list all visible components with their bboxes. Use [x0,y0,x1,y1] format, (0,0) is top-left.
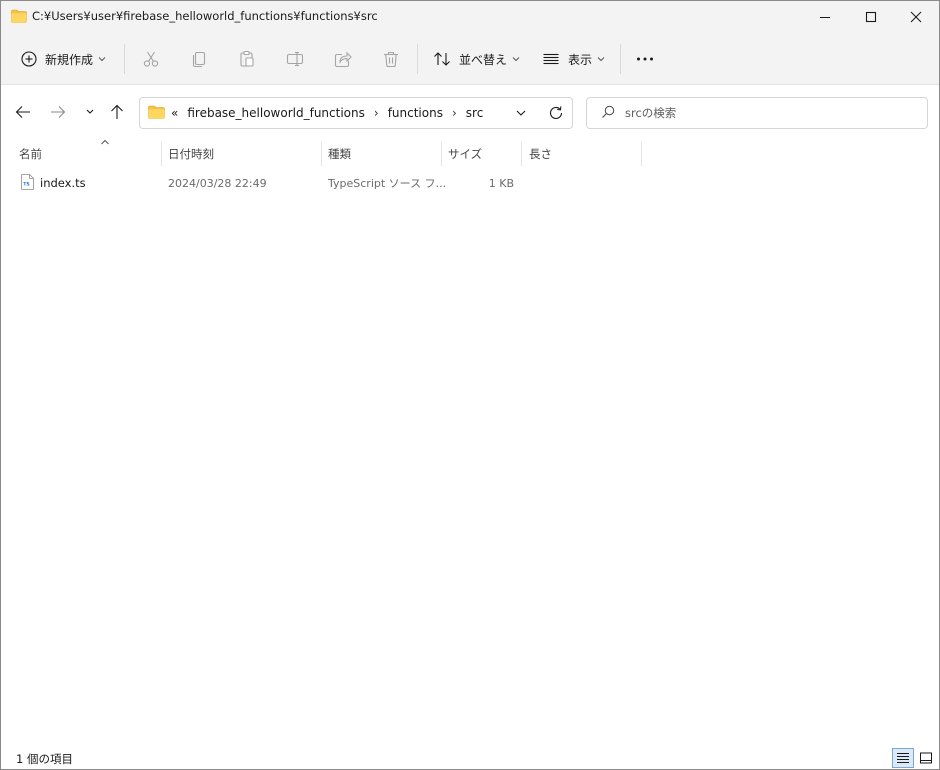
column-size[interactable]: サイズ [448,140,518,167]
toolbar-separator [417,44,418,74]
delete-icon [384,51,398,68]
column-name-label: 名前 [19,146,42,161]
rename-icon [286,51,304,67]
window-title: C:¥Users¥user¥firebase_helloworld_functi… [32,9,378,23]
status-bar: 1 個の項目 [1,745,939,769]
list-view-icon [543,53,559,65]
close-icon [910,11,922,22]
file-row[interactable]: TS index.ts 2024/03/28 22:49 TypeScript … [9,170,639,196]
column-type[interactable]: 種類 [328,140,438,167]
paste-button[interactable] [231,43,263,75]
minimize-button[interactable] [802,1,848,32]
sort-button-label: 並べ替え [459,52,508,67]
column-length[interactable]: 長さ [529,140,639,167]
column-divider[interactable] [641,142,642,166]
forward-button[interactable] [45,97,71,127]
typescript-file-icon: TS [21,173,34,193]
file-name-cell: TS index.ts [21,170,86,196]
file-explorer-window: C:¥Users¥user¥firebase_helloworld_functi… [0,0,940,770]
maximize-button[interactable] [848,1,894,32]
copy-icon [192,51,206,68]
paste-icon [240,50,254,67]
chevron-down-icon [597,57,605,62]
folder-icon [11,9,27,23]
column-name[interactable]: 名前 [19,139,159,167]
search-input[interactable] [625,106,905,120]
cut-button[interactable] [135,43,167,75]
back-button[interactable] [10,97,36,127]
column-divider[interactable] [161,142,162,166]
column-size-label: サイズ [448,146,483,161]
new-button-label: 新規作成 [45,52,94,67]
file-name: index.ts [40,176,86,190]
item-count: 1 個の項目 [16,752,73,766]
chevron-down-icon [98,57,106,62]
column-type-label: 種類 [328,146,351,161]
large-icons-view-button[interactable] [915,748,937,768]
breadcrumb-separator[interactable]: › [452,106,457,120]
cut-icon [143,51,159,67]
view-button[interactable]: 表示 [538,43,616,75]
close-button[interactable] [893,1,939,32]
chevron-down-icon [86,109,94,114]
sort-button[interactable]: 並べ替え [429,43,525,75]
breadcrumb-item[interactable]: src [466,106,484,120]
share-icon [334,51,352,68]
column-header: 名前 日付時刻 種類 サイズ 長さ [1,139,939,167]
file-date: 2024/03/28 22:49 [168,176,267,190]
toolbar-separator [620,44,621,74]
column-date[interactable]: 日付時刻 [168,140,318,167]
up-button[interactable] [104,97,130,127]
maximize-icon [865,11,877,22]
folder-icon [148,105,165,122]
file-size: 1 KB [488,176,514,190]
title-bar[interactable]: C:¥Users¥user¥firebase_helloworld_functi… [1,1,939,32]
delete-button[interactable] [375,43,407,75]
view-button-label: 表示 [568,52,593,67]
svg-text:TS: TS [23,181,29,187]
search-icon [601,105,615,122]
chevron-down-icon [512,57,520,62]
column-divider[interactable] [441,142,442,166]
plus-circle-icon [21,51,37,67]
toolbar-separator [124,44,125,74]
breadcrumb-separator[interactable]: › [374,106,379,120]
arrow-left-icon [15,106,30,118]
arrow-right-icon [51,106,66,118]
rename-button[interactable] [279,43,311,75]
address-row: « firebase_helloworld_functions › functi… [1,85,939,140]
more-options-button[interactable] [629,43,661,75]
arrow-up-icon [111,104,123,119]
minimize-icon [820,16,830,18]
share-button[interactable] [327,43,359,75]
breadcrumb-item[interactable]: firebase_helloworld_functions [187,106,365,120]
file-type: TypeScript ソース フ... [328,177,447,190]
sort-arrows-icon [434,52,450,66]
address-history-button[interactable] [515,107,527,121]
breadcrumb-item[interactable]: functions [388,106,443,120]
column-length-label: 長さ [529,146,552,161]
new-button[interactable]: 新規作成 [15,43,115,75]
command-bar: 新規作成 並べ替え 表示 [1,32,939,85]
tiles-view-icon [920,752,932,764]
chevron-down-icon [516,110,526,116]
details-view-icon [897,753,909,763]
search-box[interactable] [586,97,928,129]
refresh-button[interactable] [548,105,564,124]
column-divider[interactable] [521,142,522,166]
address-bar[interactable]: « firebase_helloworld_functions › functi… [139,97,573,129]
more-dots-icon [637,57,653,61]
column-date-label: 日付時刻 [168,146,214,161]
sort-ascending-icon [101,139,109,145]
details-view-button[interactable] [892,748,914,768]
breadcrumb-overflow[interactable]: « [171,106,178,120]
column-divider[interactable] [321,142,322,166]
copy-button[interactable] [183,43,215,75]
recent-locations-button[interactable] [77,97,103,127]
refresh-icon [549,106,563,119]
